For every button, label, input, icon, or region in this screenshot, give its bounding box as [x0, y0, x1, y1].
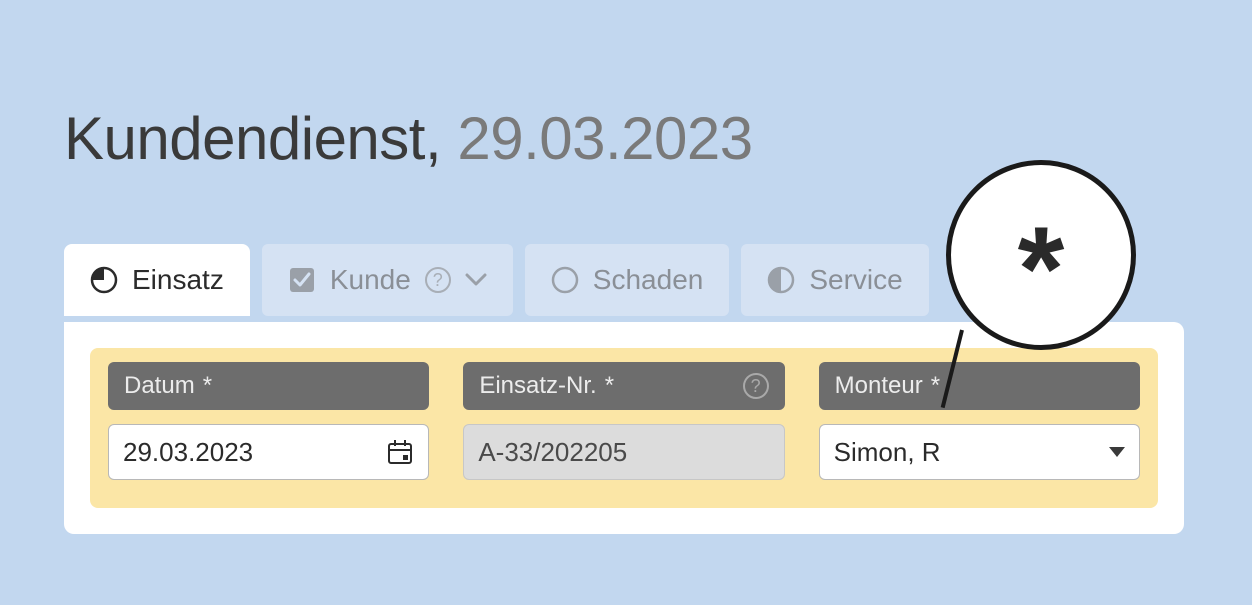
help-icon[interactable]: ? [743, 373, 769, 399]
pie-quarter-icon [90, 266, 118, 294]
label-text: Monteur [835, 372, 923, 400]
required-field-callout: * [946, 160, 1136, 350]
required-asterisk-icon: * [203, 372, 212, 400]
tab-label: Service [809, 264, 902, 296]
tab-kunde[interactable]: Kunde ? [262, 244, 513, 316]
field-label-einsatz-nr: Einsatz-Nr. * ? [463, 362, 784, 410]
input-value: A-33/202205 [478, 437, 627, 468]
field-monteur: Monteur * Simon, R [819, 362, 1140, 480]
required-asterisk-icon: * [605, 372, 614, 400]
tabs: Einsatz Kunde ? Schaden [64, 244, 929, 316]
monteur-select[interactable]: Simon, R [819, 424, 1140, 480]
dropdown-caret-icon [1109, 447, 1125, 457]
input-value: 29.03.2023 [123, 437, 253, 468]
field-label-datum: Datum * [108, 362, 429, 410]
select-value: Simon, R [834, 437, 941, 468]
checkbox-checked-icon [288, 266, 316, 294]
page-title: Kundendienst, 29.03.2023 [64, 104, 753, 173]
field-einsatz-nr: Einsatz-Nr. * ? A-33/202205 [463, 362, 784, 480]
circle-empty-icon [551, 266, 579, 294]
einsatz-nr-input: A-33/202205 [463, 424, 784, 480]
label-text: Datum [124, 372, 195, 400]
tab-label: Kunde [330, 264, 411, 296]
circle-half-icon [767, 266, 795, 294]
tab-einsatz[interactable]: Einsatz [64, 244, 250, 316]
date-input[interactable]: 29.03.2023 [108, 424, 429, 480]
chevron-down-icon [465, 273, 487, 287]
field-datum: Datum * 29.03.2023 [108, 362, 429, 480]
tab-schaden[interactable]: Schaden [525, 244, 730, 316]
form-panel: Datum * 29.03.2023 Eins [64, 322, 1184, 534]
calendar-icon[interactable] [386, 438, 414, 466]
required-asterisk-icon: * [931, 372, 940, 400]
asterisk-icon: * [1018, 209, 1065, 329]
tab-label: Einsatz [132, 264, 224, 296]
field-label-monteur: Monteur * [819, 362, 1140, 410]
help-icon: ? [425, 267, 451, 293]
title-date: 29.03.2023 [457, 105, 752, 172]
title-prefix: Kundendienst, [64, 105, 441, 172]
tab-label: Schaden [593, 264, 704, 296]
label-text: Einsatz-Nr. [479, 372, 596, 400]
tab-service[interactable]: Service [741, 244, 928, 316]
form-required-group: Datum * 29.03.2023 Eins [90, 348, 1158, 508]
